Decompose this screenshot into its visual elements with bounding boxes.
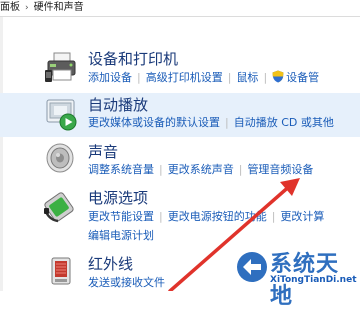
mouse-link[interactable]: 鼠标 xyxy=(236,71,258,84)
devices-printers-links: 添加设备 | 高级打印机设置 | 鼠标 | 设备管 xyxy=(88,70,320,84)
power-options-links: 更改节能设置 | 更改电源按钮的功能 | 更改计算 xyxy=(88,210,325,223)
battery-icon[interactable] xyxy=(44,190,78,224)
change-power-button-link[interactable]: 更改电源按钮的功能 xyxy=(168,210,267,223)
autoplay-cd-link[interactable]: 自动播放 CD 或其他 xyxy=(234,116,334,129)
power-options-title[interactable]: 电源选项 xyxy=(88,189,148,207)
devices-printers-title[interactable]: 设备和打印机 xyxy=(88,50,178,68)
infrared-icon[interactable] xyxy=(44,254,78,288)
change-system-sounds-link[interactable]: 更改系统声音 xyxy=(168,163,234,176)
infrared-links: 发送或接收文件 xyxy=(88,276,165,290)
speaker-icon[interactable] xyxy=(44,142,78,176)
breadcrumb-item-control-panel[interactable]: 面板 xyxy=(0,0,20,16)
power-options-links-row2: 编辑电源计划 xyxy=(88,229,154,243)
section-power-options: 电源选项 更改节能设置 | 更改电源按钮的功能 | 更改计算 编辑电源计划 xyxy=(0,187,360,245)
infrared-title[interactable]: 红外线 xyxy=(88,255,133,273)
breadcrumb-item-hardware-sound[interactable]: 硬件和声音 xyxy=(34,0,84,16)
autoplay-icon[interactable] xyxy=(44,97,78,131)
printer-icon[interactable] xyxy=(44,50,78,84)
section-autoplay: 自动播放 更改媒体或设备的默认设置 | 自动播放 CD 或其他 xyxy=(0,93,360,137)
edit-power-plan-link[interactable]: 编辑电源计划 xyxy=(88,229,154,242)
autoplay-title[interactable]: 自动播放 xyxy=(88,96,148,114)
uac-shield-icon xyxy=(272,70,284,83)
sound-title[interactable]: 声音 xyxy=(88,143,118,161)
add-device-link[interactable]: 添加设备 xyxy=(88,71,132,84)
advanced-printer-settings-link[interactable]: 高级打印机设置 xyxy=(146,71,223,84)
adjust-system-volume-link[interactable]: 调整系统音量 xyxy=(88,163,154,176)
section-sound: 声音 调整系统音量 | 更改系统声音 | 管理音频设备 xyxy=(0,140,360,184)
breadcrumb: 面板 › 硬件和声音 xyxy=(0,0,360,17)
change-sleep-link[interactable]: 更改计算 xyxy=(280,210,324,223)
autoplay-links: 更改媒体或设备的默认设置 | 自动播放 CD 或其他 xyxy=(88,116,334,129)
watermark-url: XiTongTianDi.net xyxy=(270,275,357,285)
section-devices-printers: 设备和打印机 添加设备 | 高级打印机设置 | 鼠标 | 设备管 xyxy=(0,44,360,92)
device-manager-link[interactable]: 设备管 xyxy=(286,71,319,84)
send-receive-file-link[interactable]: 发送或接收文件 xyxy=(88,276,165,289)
change-media-defaults-link[interactable]: 更改媒体或设备的默认设置 xyxy=(88,116,220,129)
sound-links: 调整系统音量 | 更改系统声音 | 管理音频设备 xyxy=(88,163,314,176)
breadcrumb-separator: › xyxy=(25,3,29,13)
manage-audio-devices-link[interactable]: 管理音频设备 xyxy=(247,163,313,176)
change-power-saving-link[interactable]: 更改节能设置 xyxy=(88,210,154,223)
